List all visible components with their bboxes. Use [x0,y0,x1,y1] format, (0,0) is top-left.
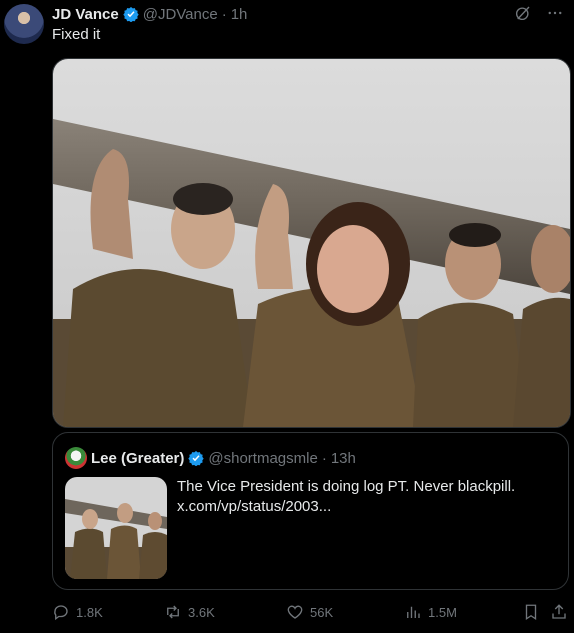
bookmark-button[interactable] [522,600,540,624]
quote-author-handle[interactable]: @shortmagsmle [208,450,317,467]
grok-icon[interactable] [514,4,532,22]
like-count: 56K [310,604,334,620]
tweet-actions: 1.8K 3.6K 56K 1.5M [52,600,569,624]
repost-button[interactable]: 3.6K [164,600,215,624]
quote-text: The Vice President is doing log PT. Neve… [177,478,516,515]
reply-icon [52,603,70,621]
author-avatar[interactable] [4,4,44,44]
separator-dot: · [321,449,327,467]
views-icon [404,603,422,621]
author-name[interactable]: JD Vance [52,6,119,23]
tweet-header: JD Vance @JDVance · 1h [52,4,247,24]
like-icon [286,603,304,621]
bookmark-icon [522,603,540,621]
like-button[interactable]: 56K [286,600,333,624]
author-handle[interactable]: @JDVance [143,6,218,23]
share-icon [550,603,568,621]
quote-thumbnail[interactable] [65,477,167,579]
quoted-tweet[interactable]: Lee (Greater) @shortmagsmle · 13h The Vi… [52,432,569,590]
tweet-top-icons [514,4,564,22]
tweet-time[interactable]: 1h [231,6,248,23]
tweet-text: Fixed it [52,26,101,43]
tweet-image[interactable] [52,58,571,428]
repost-count: 3.6K [188,604,215,620]
quote-header: Lee (Greater) @shortmagsmle · 13h [65,447,356,469]
reply-button[interactable]: 1.8K [52,600,103,624]
quote-time[interactable]: 13h [331,450,356,467]
quote-avatar[interactable] [65,447,87,469]
repost-icon [164,603,182,621]
verified-badge-icon [188,450,205,466]
views-count: 1.5M [428,604,457,620]
verified-badge-icon [123,6,139,22]
views-button[interactable]: 1.5M [404,600,457,624]
share-button[interactable] [550,600,568,624]
reply-count: 1.8K [76,604,103,620]
separator-dot: · [221,5,227,23]
quote-author-name[interactable]: Lee (Greater) [91,450,184,467]
more-icon[interactable] [546,4,564,22]
